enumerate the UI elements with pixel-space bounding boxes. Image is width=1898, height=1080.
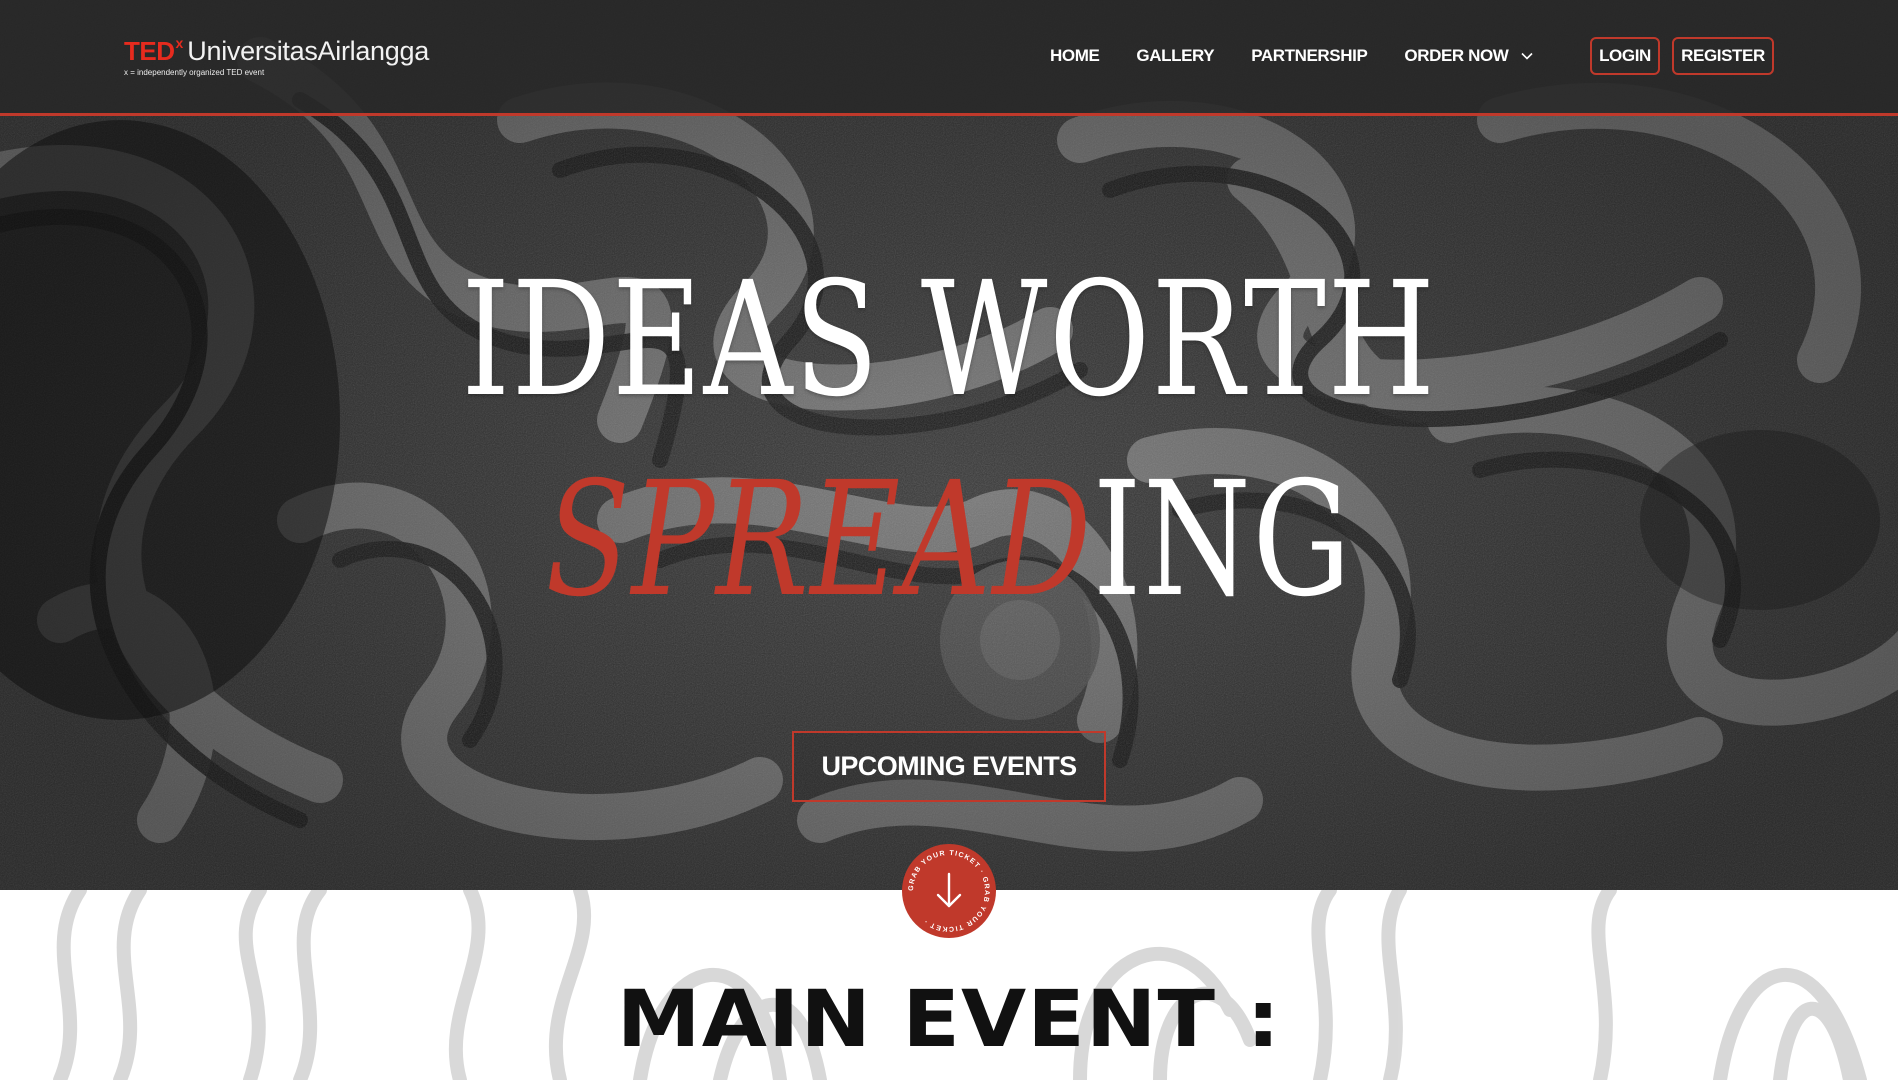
upcoming-events-button[interactable]: UPCOMING EVENTS bbox=[792, 731, 1106, 802]
nav-item-home[interactable]: HOME bbox=[1050, 46, 1100, 66]
nav-item-partnership[interactable]: PARTNERSHIP bbox=[1251, 46, 1368, 66]
hero-headline-line1: IDEAS WORTH bbox=[461, 248, 1437, 432]
logo-university-name: UniversitasAirlangga bbox=[187, 36, 429, 66]
register-button[interactable]: REGISTER bbox=[1672, 37, 1774, 75]
top-navbar: TED x UniversitasAirlangga x = independe… bbox=[0, 0, 1898, 116]
logo-subtitle: x = independently organized TED event bbox=[124, 68, 265, 77]
hero-headline-red: SPREAD bbox=[545, 448, 1093, 632]
hero-headline-line2: SPREADING bbox=[209, 460, 1689, 620]
grab-ticket-badge[interactable]: GRAB YOUR TICKET · GRAB YOUR TICKET · bbox=[900, 842, 998, 940]
nav-menu: HOME GALLERY PARTNERSHIP ORDER NOW bbox=[1050, 46, 1570, 66]
nav-item-gallery[interactable]: GALLERY bbox=[1136, 46, 1214, 66]
chevron-down-icon bbox=[1521, 52, 1534, 60]
nav-item-order-now[interactable]: ORDER NOW bbox=[1404, 46, 1534, 66]
order-now-label: ORDER NOW bbox=[1404, 46, 1509, 65]
login-button[interactable]: LOGIN bbox=[1590, 37, 1660, 75]
logo-ted-text: TED bbox=[124, 36, 175, 66]
logo-x-text: x bbox=[175, 35, 184, 51]
hero-headline-white: ING bbox=[1092, 448, 1353, 632]
tedx-logo[interactable]: TED x UniversitasAirlangga x = independe… bbox=[124, 36, 464, 78]
hero-section: IDEAS WORTH SPREADING UPCOMING EVENTS bbox=[0, 0, 1898, 890]
section-title: MAIN EVENT : bbox=[616, 975, 1282, 1065]
